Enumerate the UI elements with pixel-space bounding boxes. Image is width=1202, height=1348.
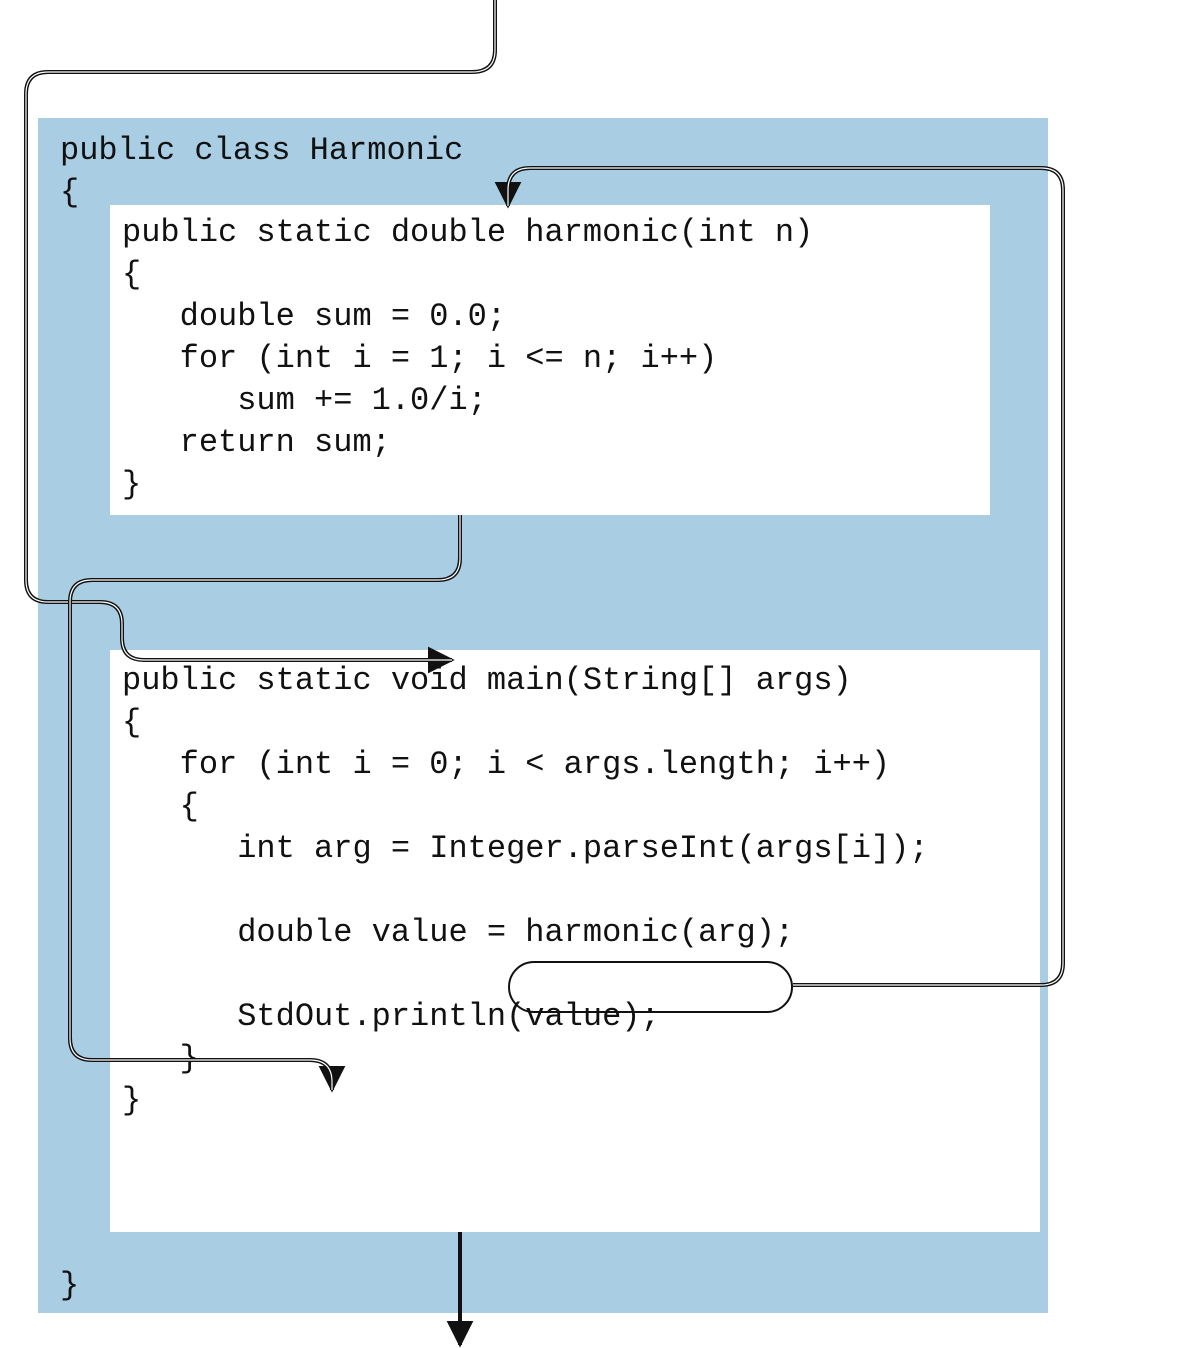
class-footer: } xyxy=(60,1265,79,1307)
class-header: public class Harmonic { xyxy=(60,130,463,214)
harmonic-method-code: public static double harmonic(int n) { d… xyxy=(122,212,813,506)
function-call-highlight xyxy=(508,961,793,1013)
main-method-code: public static void main(String[] args) {… xyxy=(122,660,929,1122)
diagram-canvas: public class Harmonic { } public static … xyxy=(0,0,1202,1348)
